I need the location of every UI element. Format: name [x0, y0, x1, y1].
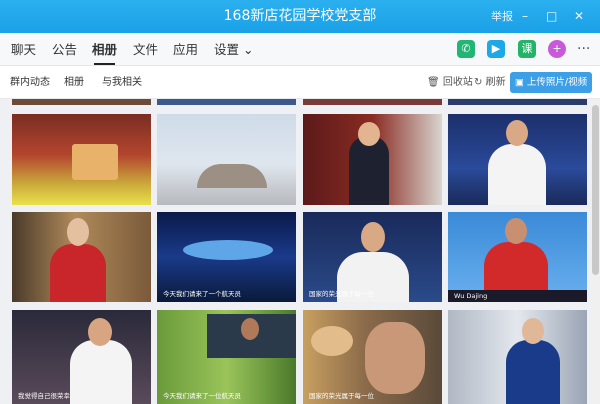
photo-scene: [505, 218, 527, 244]
photo-scene: [506, 120, 528, 146]
photo-thumbnail[interactable]: [157, 114, 296, 205]
add-app-icon[interactable]: +: [548, 40, 566, 58]
album-subnav: 群内动态 相册 与我相关 🗑 回收站 ↻ 刷新 ▣ 上传照片/视频: [0, 67, 600, 99]
group-tabs: 聊天 公告 相册 文件 应用 设置 ⌄: [0, 33, 600, 66]
photo-thumbnail[interactable]: [303, 114, 442, 205]
photo-caption: 国家的荣光属于每一位: [309, 290, 374, 298]
photo-scene: [361, 222, 385, 252]
photo-partial[interactable]: [157, 99, 296, 105]
maximize-button[interactable]: □: [546, 0, 557, 33]
photo-thumbnail[interactable]: 今天我们请来了一位航天员: [157, 310, 296, 404]
vertical-scrollbar[interactable]: [591, 99, 600, 404]
photo-scene: [70, 340, 132, 404]
photo-partial[interactable]: [303, 99, 442, 105]
scrollbar-thumb[interactable]: [592, 105, 599, 275]
photo-caption: 今天我们请来了一个航天员: [163, 290, 241, 298]
report-button[interactable]: 举报: [491, 0, 513, 33]
photo-thumbnail[interactable]: [448, 310, 587, 404]
photo-scene: [488, 144, 546, 205]
photo-scene: [183, 240, 273, 260]
photo-thumbnail[interactable]: 国家的荣光属于每一位: [303, 212, 442, 302]
refresh-label: 刷新: [485, 77, 506, 88]
photo-caption: 我觉得自己很荣幸: [18, 392, 70, 400]
photo-scene: [72, 144, 118, 180]
photo-grid: 今天我们请来了一个航天员 国家的荣光属于每一位 Wu Dajing 我觉得自己很…: [0, 99, 600, 404]
close-button[interactable]: ✕: [574, 0, 584, 33]
photo-caption: 今天我们请来了一位航天员: [163, 392, 241, 400]
photo-scene: [365, 322, 425, 394]
image-icon: ▣: [514, 77, 524, 88]
photo-caption: 国家的荣光属于每一位: [309, 392, 374, 400]
tab-notice[interactable]: 公告: [52, 33, 77, 66]
trash-icon: 🗑: [427, 77, 440, 88]
photo-thumbnail[interactable]: 国家的荣光属于每一位: [303, 310, 442, 404]
upload-label: 上传照片/视频: [526, 77, 588, 88]
video-call-icon[interactable]: ▶: [487, 40, 505, 58]
photo-thumbnail[interactable]: [448, 114, 587, 205]
photo-partial[interactable]: [448, 99, 587, 105]
photo-thumbnail[interactable]: Wu Dajing: [448, 212, 587, 302]
classroom-icon[interactable]: 课: [518, 40, 536, 58]
photo-thumbnail[interactable]: [12, 114, 151, 205]
photo-scene: [349, 136, 389, 205]
photo-scene: [241, 318, 259, 340]
photo-scene: [197, 164, 267, 188]
upload-button[interactable]: ▣ 上传照片/视频: [510, 72, 592, 93]
photo-scene: [506, 340, 560, 404]
photo-scene: [522, 318, 544, 344]
photo-scene: [311, 326, 353, 356]
refresh-icon: ↻: [474, 77, 483, 88]
photo-thumbnail[interactable]: 今天我们请来了一个航天员: [157, 212, 296, 302]
photo-caption: Wu Dajing: [454, 292, 488, 300]
subnav-group-feed[interactable]: 群内动态: [10, 67, 50, 99]
title-bar: 168新店花园学校党支部 举报 – □ ✕: [0, 0, 600, 33]
photo-thumbnail[interactable]: 我觉得自己很荣幸: [12, 310, 151, 404]
photo-scene: [50, 244, 106, 302]
subnav-related[interactable]: 与我相关: [102, 67, 142, 99]
photo-scene: [358, 122, 380, 146]
subnav-album[interactable]: 相册: [64, 67, 84, 99]
tab-chat[interactable]: 聊天: [11, 33, 36, 66]
more-icon[interactable]: ···: [577, 40, 590, 58]
recycle-bin-link[interactable]: 🗑 回收站: [427, 67, 473, 99]
tab-apps[interactable]: 应用: [173, 33, 198, 66]
photo-scene: [67, 218, 89, 246]
photo-scene: [88, 318, 112, 346]
recycle-bin-label: 回收站: [442, 77, 473, 88]
tab-album[interactable]: 相册: [92, 33, 117, 66]
phone-icon[interactable]: ✆: [457, 40, 475, 58]
tab-files[interactable]: 文件: [133, 33, 158, 66]
tab-settings[interactable]: 设置 ⌄: [214, 33, 253, 66]
refresh-link[interactable]: ↻ 刷新: [474, 67, 506, 99]
photo-thumbnail[interactable]: [12, 212, 151, 302]
photo-partial[interactable]: [12, 99, 151, 105]
minimize-button[interactable]: –: [522, 0, 528, 33]
